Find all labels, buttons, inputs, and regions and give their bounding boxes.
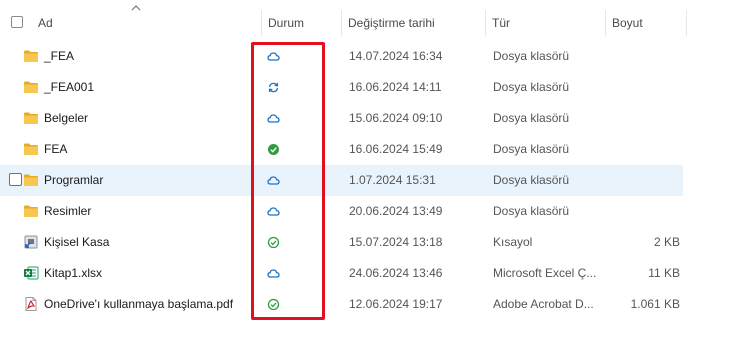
column-header-status[interactable]: Durum [262, 10, 340, 36]
file-row[interactable]: Programlar 1.07.2024 15:31 Dosya klasörü [0, 165, 683, 196]
file-type: Dosya klasörü [493, 142, 570, 156]
modified-date: 16.06.2024 14:11 [349, 80, 442, 94]
file-type: Dosya klasörü [493, 111, 570, 125]
modified-date: 15.07.2024 13:18 [349, 235, 443, 249]
shortcut-icon [23, 234, 39, 250]
excel-icon [23, 265, 39, 281]
folder-icon [23, 79, 39, 95]
file-row[interactable]: OneDrive'ı kullanmaya başlama.pdf 12.06.2… [0, 289, 683, 320]
file-row[interactable]: FEA 16.06.2024 15:49 Dosya klasörü [0, 134, 683, 165]
file-size: 2 KB [653, 235, 680, 249]
file-name: OneDrive'ı kullanmaya başlama.pdf [44, 297, 234, 311]
file-name: Belgeler [44, 111, 89, 125]
column-header-type[interactable]: Tür [486, 10, 604, 36]
modified-date: 24.06.2024 13:46 [349, 266, 443, 280]
file-size: 1.061 KB [630, 297, 680, 311]
column-header-size[interactable]: Boyut [606, 10, 686, 36]
modified-date: 1.07.2024 15:31 [349, 173, 436, 187]
status-column-highlight [251, 42, 325, 320]
file-name: Programlar [44, 173, 104, 187]
modified-date: 15.06.2024 09:10 [349, 111, 443, 125]
file-type: Adobe Acrobat D... [493, 297, 594, 311]
file-row[interactable]: Resimler 20.06.2024 13:49 Dosya klasörü [0, 196, 683, 227]
modified-date: 16.06.2024 15:49 [349, 142, 443, 156]
file-row[interactable]: _FEA 14.07.2024 16:34 Dosya klasörü [0, 41, 683, 72]
folder-icon [23, 48, 39, 64]
file-size: 11 KB [648, 266, 680, 280]
file-row[interactable]: Belgeler 15.06.2024 09:10 Dosya klasörü [0, 103, 683, 134]
file-row[interactable]: Kişisel Kasa 15.07.2024 13:18 Kısayol 2 KB [0, 227, 683, 258]
modified-date: 20.06.2024 13:49 [349, 204, 443, 218]
file-row[interactable]: _FEA001 16.06.2024 14:11 Dosya klasörü [0, 72, 683, 103]
select-all-checkbox[interactable] [11, 16, 23, 28]
file-type: Dosya klasörü [493, 80, 570, 94]
column-divider[interactable] [686, 10, 687, 36]
file-type: Dosya klasörü [493, 49, 570, 63]
modified-date: 12.06.2024 19:17 [349, 297, 443, 311]
file-type: Microsoft Excel Ç... [493, 266, 597, 280]
row-checkbox[interactable] [9, 173, 22, 186]
folder-icon [23, 203, 39, 219]
column-header-modified[interactable]: Değiştirme tarihi [342, 10, 484, 36]
file-name: Resimler [44, 204, 92, 218]
file-name: Kişisel Kasa [44, 235, 110, 249]
file-name: FEA [44, 142, 68, 156]
file-name: _FEA [44, 49, 75, 63]
file-type: Kısayol [493, 235, 533, 249]
file-type: Dosya klasörü [493, 204, 570, 218]
pdf-icon [23, 296, 39, 312]
column-header-name[interactable]: Ad [32, 10, 260, 36]
file-row[interactable]: Kitap1.xlsx 24.06.2024 13:46 Microsoft Exc… [0, 258, 683, 289]
column-header-bar: Ad Durum Değiştirme tarihi Tür Boyut [0, 0, 745, 40]
folder-icon [23, 110, 39, 126]
modified-date: 14.07.2024 16:34 [349, 49, 443, 63]
file-type: Dosya klasörü [493, 173, 570, 187]
folder-icon [23, 172, 39, 188]
file-name: Kitap1.xlsx [44, 266, 103, 280]
folder-icon [23, 141, 39, 157]
file-name: _FEA001 [44, 80, 95, 94]
